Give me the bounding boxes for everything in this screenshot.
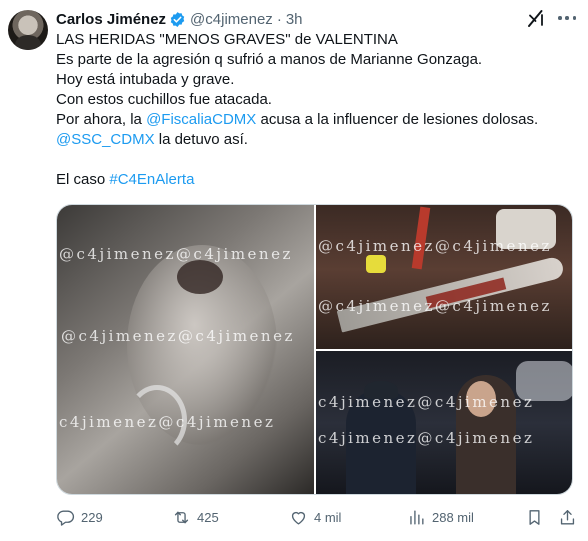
tweet-line-6: @SSC_CDMX la detuvo así. <box>56 130 576 150</box>
author-handle[interactable]: @c4jimenez <box>190 11 273 28</box>
watermark-5: @c4jimenez@c4jimenez <box>318 297 552 315</box>
watermark-6: c4jimenez@c4jimenez <box>318 393 535 411</box>
line5-text-post: acusa a la influencer de lesiones dolosa… <box>256 111 539 128</box>
retweet-count: 425 <box>197 509 219 525</box>
share-icon <box>560 509 575 525</box>
tweet-text: LAS HERIDAS "MENOS GRAVES" de VALENTINA … <box>56 30 576 190</box>
separator-dot: · <box>276 10 282 28</box>
views-button[interactable]: 288 mil <box>407 506 474 528</box>
retweet-button[interactable]: 425 <box>172 506 219 528</box>
views-count: 288 mil <box>432 509 474 525</box>
share-button[interactable] <box>558 506 583 528</box>
tweet-line-4: Con estos cuchillos fue atacada. <box>56 91 272 108</box>
tweet-line-5: Por ahora, la @FiscaliaCDMX acusa a la i… <box>56 110 576 130</box>
retweet-icon <box>174 511 189 523</box>
watermark-1: @c4jimenez@c4jimenez <box>59 245 293 263</box>
line5-text-pre: Por ahora, la <box>56 111 147 128</box>
hashtag-c4enalerta[interactable]: #C4EnAlerta <box>109 171 194 188</box>
mention-ssc[interactable]: @SSC_CDMX <box>56 131 155 148</box>
media-grid: @c4jimenez@c4jimenez @c4jimenez@c4jimene… <box>56 204 573 495</box>
tweet-header: Carlos Jiménez @c4jimenez · 3h <box>56 9 303 29</box>
tweet-line-2: Es parte de la agresión q sufrió a manos… <box>56 51 483 68</box>
reply-count: 229 <box>81 509 103 525</box>
watermark-7: c4jimenez@c4jimenez <box>318 429 535 447</box>
bookmark-icon <box>529 509 540 525</box>
tweet-line-3: Hoy está intubada y grave. <box>56 71 235 88</box>
grok-icon[interactable] <box>526 8 546 28</box>
bookmark-button[interactable] <box>525 506 550 528</box>
watermark-3: c4jimenez@c4jimenez <box>59 413 276 431</box>
tweet[interactable]: Carlos Jiménez @c4jimenez · 3h LAS HERID… <box>0 0 588 541</box>
mention-fiscalia[interactable]: @FiscaliaCDMX <box>146 111 256 128</box>
reply-button[interactable]: 229 <box>56 506 103 528</box>
reply-icon <box>57 509 75 526</box>
like-button[interactable]: 4 mil <box>289 506 341 528</box>
tweet-line-7: El caso #C4EnAlerta <box>56 170 576 190</box>
views-icon <box>410 509 424 525</box>
watermark-2: @c4jimenez@c4jimenez <box>61 327 295 345</box>
heart-icon <box>291 511 306 525</box>
timestamp[interactable]: 3h <box>286 11 303 28</box>
avatar[interactable] <box>8 10 48 50</box>
line6-text-post: la detuvo así. <box>154 131 248 148</box>
media-photo-3[interactable]: c4jimenez@c4jimenez c4jimenez@c4jimenez <box>316 351 572 494</box>
line7-text-pre: El caso <box>56 171 110 188</box>
like-count: 4 mil <box>314 509 342 525</box>
media-photo-2[interactable]: @c4jimenez@c4jimenez @c4jimenez@c4jimene… <box>316 205 572 349</box>
watermark-4: @c4jimenez@c4jimenez <box>318 237 552 255</box>
author-name[interactable]: Carlos Jiménez <box>56 11 166 28</box>
verified-badge-icon[interactable] <box>169 11 186 28</box>
media-photo-1[interactable]: @c4jimenez@c4jimenez @c4jimenez@c4jimene… <box>57 205 314 494</box>
more-icon[interactable] <box>556 8 578 28</box>
tweet-actions: 229 425 4 mil 288 mil <box>56 506 580 528</box>
tweet-line-1: LAS HERIDAS "MENOS GRAVES" de VALENTINA <box>56 31 398 48</box>
